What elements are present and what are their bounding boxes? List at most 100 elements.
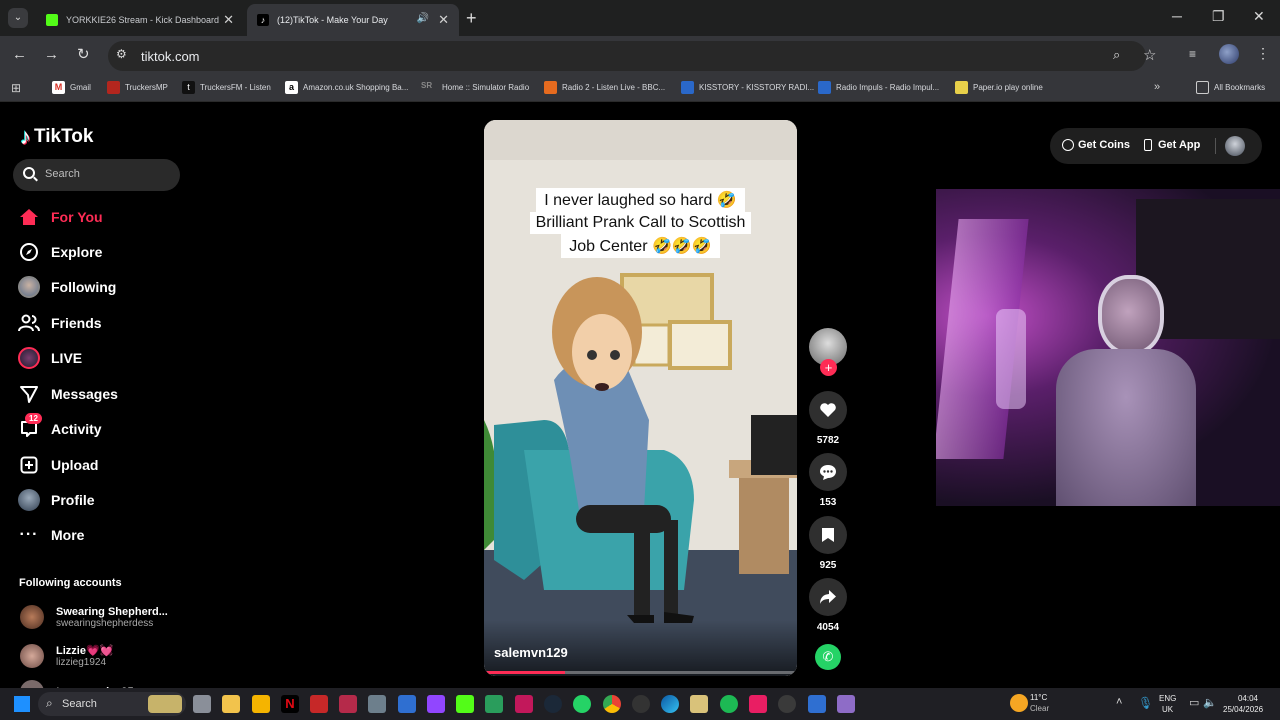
bookmark-radio-impuls[interactable]: Radio Impuls - Radio Impul...: [818, 81, 939, 94]
app-icon[interactable]: [632, 695, 650, 713]
media-control-icon[interactable]: ≡: [1189, 47, 1196, 61]
clock-time[interactable]: 04:04: [1234, 694, 1258, 703]
weather-icon[interactable]: [1010, 694, 1028, 712]
kick-icon[interactable]: [456, 695, 474, 713]
app-icon[interactable]: [808, 695, 826, 713]
bookmark-label: Home :: Simulator Radio: [442, 83, 530, 92]
share-action[interactable]: 4054: [809, 578, 847, 633]
chrome-icon[interactable]: [603, 695, 621, 713]
steam-icon[interactable]: [544, 695, 562, 713]
obs-icon[interactable]: [778, 695, 796, 713]
bookmark-simulator-radio[interactable]: SR Home :: Simulator Radio: [421, 81, 529, 94]
app-icon[interactable]: [310, 695, 328, 713]
app-icon[interactable]: [339, 695, 357, 713]
nav-following[interactable]: Following: [18, 276, 116, 298]
network-icon[interactable]: ▭: [1189, 696, 1199, 709]
nav-messages[interactable]: Messages: [18, 383, 118, 405]
tab-kick-dashboard[interactable]: YORKKIE26 Stream - Kick Dashboard ✕: [36, 4, 244, 36]
edge-icon[interactable]: [661, 695, 679, 713]
tab-title: YORKKIE26 Stream - Kick Dashboard: [66, 15, 220, 25]
tiktok-icon[interactable]: [749, 695, 767, 713]
nav-for-you[interactable]: For You: [18, 206, 103, 228]
account-item[interactable]: Lizzie💗💓 lizzieg1924: [20, 644, 113, 668]
bookmark-kisstory[interactable]: KISSTORY - KISSTORY RADI...: [681, 81, 814, 94]
follow-plus-button[interactable]: +: [820, 359, 837, 376]
taskbar-search[interactable]: ⌕ Search: [38, 692, 186, 716]
new-tab-button[interactable]: +: [466, 8, 477, 29]
nav-label: Explore: [51, 244, 103, 260]
chevron-up-icon[interactable]: ˄: [1116, 696, 1122, 708]
nav-profile[interactable]: Profile: [18, 489, 95, 511]
reload-button[interactable]: ↻: [77, 45, 90, 63]
nav-explore[interactable]: Explore: [18, 241, 102, 263]
profile-avatar[interactable]: [1219, 44, 1239, 64]
nav-activity[interactable]: 12 Activity: [18, 413, 102, 440]
app-icon[interactable]: [368, 695, 386, 713]
zoom-icon[interactable]: ⌕: [1113, 47, 1120, 63]
minimize-button[interactable]: ─: [1172, 8, 1182, 24]
whatsapp-icon[interactable]: [573, 695, 591, 713]
caption-line: Brilliant Prank Call to Scottish: [529, 212, 752, 234]
get-app-button[interactable]: Get App: [1144, 139, 1200, 151]
rockstar-icon[interactable]: [252, 695, 270, 713]
close-icon[interactable]: ✕: [223, 12, 234, 28]
friends-icon: [18, 312, 40, 334]
progress-fill: [484, 671, 566, 674]
address-bar[interactable]: ⚙ tiktok.com ⌕: [108, 41, 1146, 71]
tab-tiktok[interactable]: ♪ (12)TikTok - Make Your Day 🔊 ✕: [247, 4, 459, 36]
netflix-icon[interactable]: N: [281, 695, 299, 713]
windows-start-icon[interactable]: [14, 696, 30, 712]
video-player[interactable]: I never laughed so hard 🤣 Brilliant Pran…: [484, 120, 797, 676]
nav-upload[interactable]: Upload: [18, 454, 98, 476]
tiktok-logo[interactable]: ♪ TikTok: [20, 124, 93, 150]
app-icon[interactable]: [515, 695, 533, 713]
tab-search-button[interactable]: ⌄: [8, 8, 28, 28]
app-icon[interactable]: [485, 695, 503, 713]
menu-icon[interactable]: ⋮: [1256, 45, 1270, 62]
bookmark-radio2[interactable]: Radio 2 - Listen Live - BBC...: [544, 81, 665, 94]
search-box[interactable]: Search: [13, 159, 180, 191]
close-icon[interactable]: ✕: [438, 12, 449, 28]
user-avatar[interactable]: [1225, 136, 1245, 156]
bookmark-truckersfm[interactable]: t TruckersFM - Listen: [182, 81, 271, 94]
file-explorer-icon[interactable]: [222, 695, 240, 713]
app-icon[interactable]: [398, 695, 416, 713]
video-username[interactable]: salemvn129: [494, 645, 568, 660]
twitch-icon[interactable]: [427, 695, 445, 713]
bookmark-truckersmp[interactable]: TruckersMP: [107, 81, 168, 94]
bookmark-paperio[interactable]: Paper.io play online: [955, 81, 1043, 94]
bookmark-gmail[interactable]: M Gmail: [52, 81, 91, 94]
app-icon[interactable]: [837, 695, 855, 713]
spotify-icon[interactable]: [720, 695, 738, 713]
forward-button[interactable]: →: [44, 46, 59, 63]
comment-action[interactable]: 153: [809, 453, 847, 508]
account-name: Swearing Shepherd...: [56, 605, 168, 618]
weather-temp[interactable]: 11°C: [1030, 693, 1047, 702]
nav-friends[interactable]: Friends: [18, 312, 102, 334]
bookmark-star-icon[interactable]: ☆: [1143, 46, 1156, 64]
all-bookmarks[interactable]: All Bookmarks: [1196, 81, 1265, 94]
task-view-icon[interactable]: [193, 695, 211, 713]
app-icon[interactable]: [690, 695, 708, 713]
like-action[interactable]: 5782: [809, 391, 847, 446]
bookmark-label: Radio 2 - Listen Live - BBC...: [562, 83, 666, 92]
microphone-icon[interactable]: 🎙: [1138, 696, 1153, 710]
save-action[interactable]: 925: [809, 516, 847, 571]
apps-icon[interactable]: ⊞: [11, 81, 21, 95]
speaker-icon[interactable]: 🔊: [417, 13, 429, 24]
window-close-button[interactable]: ✕: [1253, 8, 1265, 25]
language-en[interactable]: ENG: [1159, 694, 1176, 703]
url-text[interactable]: tiktok.com: [141, 49, 200, 64]
bookmark-amazon[interactable]: a Amazon.co.uk Shopping Ba...: [285, 81, 408, 94]
chevron-right-icon[interactable]: »: [1154, 81, 1160, 93]
progress-track[interactable]: [484, 671, 797, 674]
site-info-icon[interactable]: ⚙: [116, 47, 127, 61]
whatsapp-share-icon[interactable]: ✆: [815, 644, 841, 670]
back-button[interactable]: ←: [12, 46, 27, 63]
get-coins-button[interactable]: Get Coins: [1062, 139, 1130, 151]
nav-more[interactable]: ··· More: [18, 524, 85, 546]
volume-icon[interactable]: 🔈: [1203, 696, 1217, 709]
account-item[interactable]: Swearing Shepherd... swearingshepherdess: [20, 605, 168, 629]
nav-live[interactable]: LIVE: [18, 347, 82, 369]
restore-button[interactable]: ❐: [1212, 8, 1225, 25]
